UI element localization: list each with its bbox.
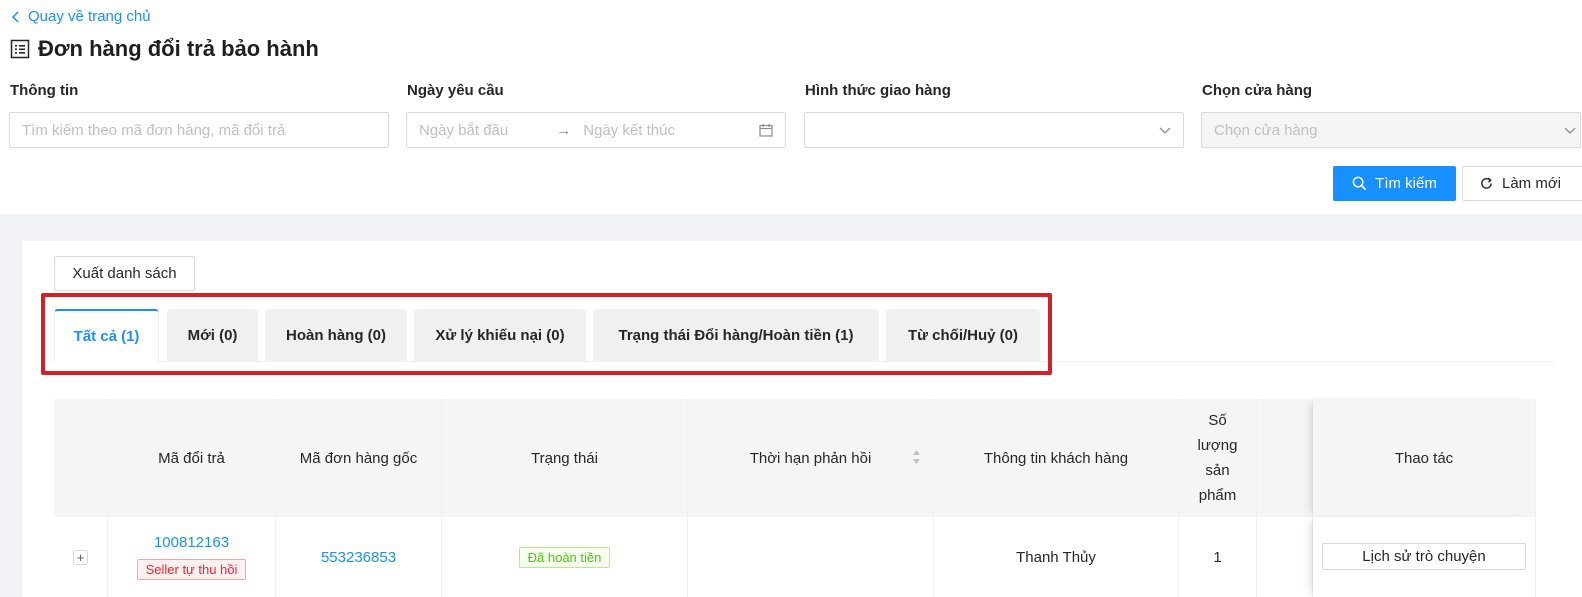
page-title: Đơn hàng đổi trả bảo hành bbox=[10, 36, 319, 62]
search-button[interactable]: Tìm kiếm bbox=[1333, 166, 1456, 201]
store-filter-label: Chọn cửa hàng bbox=[1202, 82, 1313, 99]
tab-new[interactable]: Mới (0) bbox=[167, 309, 258, 362]
column-header-actions: Thao tác bbox=[1313, 399, 1536, 517]
reset-button[interactable]: Làm mới bbox=[1462, 166, 1582, 201]
arrow-right-icon: → bbox=[556, 121, 572, 139]
date-filter-label: Ngày yêu cầu bbox=[407, 82, 504, 99]
column-header-status: Trạng thái bbox=[442, 399, 688, 517]
back-link-label: Quay về trang chủ bbox=[28, 8, 151, 25]
column-header-spacer bbox=[1257, 399, 1313, 517]
date-start-input[interactable]: Ngày bắt đầu bbox=[419, 122, 508, 139]
quantity-cell: 1 bbox=[1179, 517, 1257, 597]
return-code-cell: 100812163 Seller tự thu hồi bbox=[108, 517, 276, 597]
tab-return-goods[interactable]: Hoàn hàng (0) bbox=[265, 309, 407, 362]
column-header-deadline[interactable]: Thời hạn phản hồi bbox=[688, 399, 934, 517]
tab-exchange-refund[interactable]: Trạng thái Đổi hàng/Hoàn tiền (1) bbox=[593, 309, 879, 362]
tab-label: Tất cả (1) bbox=[73, 328, 140, 345]
spacer-cell bbox=[1257, 517, 1313, 597]
column-header-return-code: Mã đổi trả bbox=[108, 399, 276, 517]
tab-rejected-cancelled[interactable]: Từ chối/Huỷ (0) bbox=[886, 309, 1040, 362]
chevron-down-icon bbox=[1564, 127, 1576, 134]
page-title-text: Đơn hàng đổi trả bảo hành bbox=[38, 36, 319, 61]
order-code-cell: 553236853 bbox=[276, 517, 442, 597]
status-badge: Đã hoàn tiền bbox=[518, 546, 611, 568]
store-select[interactable]: Chọn cửa hàng bbox=[1201, 112, 1581, 148]
info-filter-label: Thông tin bbox=[10, 82, 79, 99]
status-cell: Đã hoàn tiền bbox=[442, 517, 688, 597]
store-select-placeholder: Chọn cửa hàng bbox=[1214, 121, 1318, 139]
column-header-order-code: Mã đơn hàng gốc bbox=[276, 399, 442, 517]
returns-table: Mã đổi trả Mã đơn hàng gốc Trạng thái Th… bbox=[54, 399, 1536, 597]
info-search-placeholder: Tìm kiếm theo mã đơn hàng, mã đổi trả bbox=[22, 121, 286, 139]
reset-button-label: Làm mới bbox=[1502, 175, 1562, 192]
export-list-button[interactable]: Xuất danh sách bbox=[54, 256, 195, 291]
deadline-header-label: Thời hạn phản hồi bbox=[749, 449, 872, 467]
tab-label: Hoàn hàng (0) bbox=[286, 327, 386, 344]
order-code-link[interactable]: 553236853 bbox=[321, 549, 396, 566]
expand-cell: + bbox=[54, 517, 108, 597]
calendar-icon bbox=[759, 124, 773, 137]
tab-label: Xử lý khiếu nại (0) bbox=[435, 327, 565, 344]
sort-icon[interactable] bbox=[912, 449, 921, 465]
column-header-customer: Thông tin khách hàng bbox=[934, 399, 1179, 517]
tab-label: Từ chối/Huỷ (0) bbox=[907, 327, 1019, 344]
back-to-home-link[interactable]: Quay về trang chủ bbox=[10, 8, 151, 25]
export-list-label: Xuất danh sách bbox=[72, 265, 177, 282]
tab-complaint[interactable]: Xử lý khiếu nại (0) bbox=[414, 309, 586, 362]
shipping-filter-label: Hình thức giao hàng bbox=[805, 82, 951, 99]
customer-cell: Thanh Thủy bbox=[934, 517, 1179, 597]
info-search-input[interactable]: Tìm kiếm theo mã đơn hàng, mã đổi trả bbox=[9, 112, 389, 148]
search-button-label: Tìm kiếm bbox=[1375, 175, 1437, 192]
chat-history-button[interactable]: Lịch sử trò chuyện bbox=[1322, 543, 1526, 570]
tab-label: Mới (0) bbox=[187, 327, 238, 344]
column-header-quantity: Số lượng sản phẩm bbox=[1179, 399, 1257, 517]
chevron-left-icon bbox=[11, 10, 19, 23]
shipping-select[interactable] bbox=[804, 112, 1184, 148]
deadline-cell bbox=[688, 517, 934, 597]
date-range-picker[interactable]: Ngày bắt đầu → Ngày kết thúc bbox=[406, 112, 786, 148]
reload-icon bbox=[1481, 177, 1492, 189]
expand-column-header bbox=[54, 399, 108, 517]
return-code-link[interactable]: 100812163 bbox=[154, 534, 229, 551]
list-icon bbox=[10, 39, 30, 59]
tab-label: Trạng thái Đổi hàng/Hoàn tiền (1) bbox=[618, 327, 854, 344]
tab-all[interactable]: Tất cả (1) bbox=[54, 309, 159, 362]
seller-recall-tag: Seller tự thu hồi bbox=[136, 559, 247, 580]
expand-row-button[interactable]: + bbox=[73, 549, 88, 565]
actions-cell: Lịch sử trò chuyện bbox=[1313, 517, 1536, 597]
chevron-down-icon bbox=[1159, 127, 1171, 134]
date-end-input[interactable]: Ngày kết thúc bbox=[583, 122, 675, 139]
table-header-row: Mã đổi trả Mã đơn hàng gốc Trạng thái Th… bbox=[54, 399, 1536, 517]
search-icon bbox=[1352, 176, 1367, 191]
